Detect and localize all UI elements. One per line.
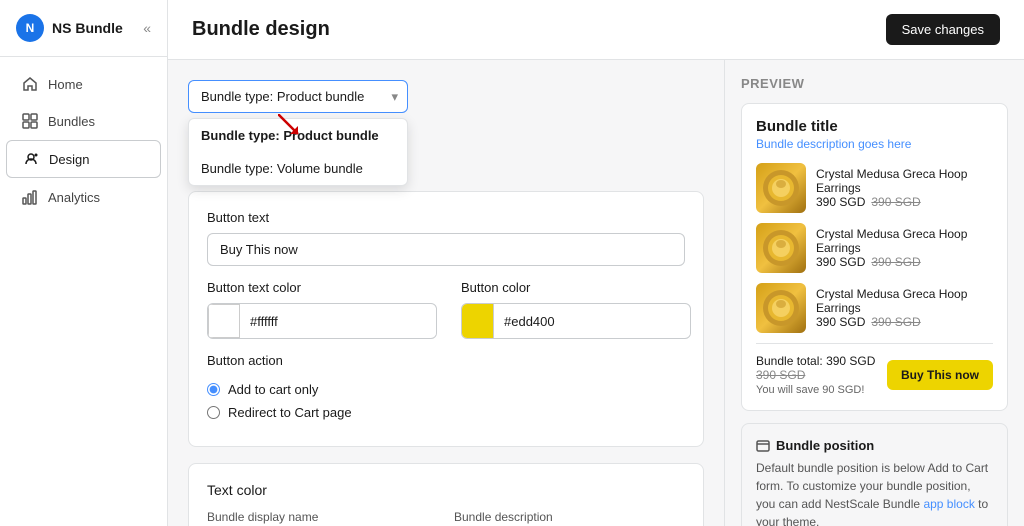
- radio-add-to-cart-label: Add to cart only: [228, 382, 318, 397]
- home-icon: [22, 76, 38, 92]
- sidebar-item-bundles[interactable]: Bundles: [6, 103, 161, 139]
- product-info-1: Crystal Medusa Greca Hoop Earrings 390 S…: [816, 167, 993, 209]
- preview-bundle-card: Bundle title Bundle description goes her…: [741, 103, 1008, 411]
- product-old-price-1: 390 SGD: [871, 195, 920, 209]
- sidebar-collapse-button[interactable]: «: [143, 20, 151, 36]
- sidebar-nav: Home Bundles Design: [0, 57, 167, 526]
- sidebar-item-bundles-label: Bundles: [48, 114, 95, 129]
- preview-bundle-desc: Bundle description goes here: [756, 137, 993, 151]
- button-text-color-label: Button text color: [207, 280, 437, 295]
- radio-redirect-input[interactable]: [207, 406, 220, 419]
- position-icon: [756, 439, 770, 453]
- text-color-grid: Bundle display name Bundle description: [207, 510, 685, 526]
- radio-add-to-cart-input[interactable]: [207, 383, 220, 396]
- preview-product-2: Crystal Medusa Greca Hoop Earrings 390 S…: [756, 223, 993, 273]
- main-header: Bundle design Save changes: [168, 0, 1024, 60]
- product-name-3: Crystal Medusa Greca Hoop Earrings: [816, 287, 993, 315]
- product-info-2: Crystal Medusa Greca Hoop Earrings 390 S…: [816, 227, 993, 269]
- sidebar-item-home-label: Home: [48, 77, 83, 92]
- product-name-2: Crystal Medusa Greca Hoop Earrings: [816, 227, 993, 255]
- preview-product-3: Crystal Medusa Greca Hoop Earrings 390 S…: [756, 283, 993, 333]
- button-text-label: Button text: [207, 210, 685, 225]
- sidebar-item-analytics[interactable]: Analytics: [6, 179, 161, 215]
- logo-text: NS Bundle: [52, 20, 123, 36]
- color-row: Button text color Button color: [207, 280, 685, 339]
- button-color-field: Button color: [461, 280, 691, 339]
- main-body: Bundle type: Product bundle ▾ Bundle typ…: [168, 60, 1024, 526]
- bundle-display-name-field: Bundle display name: [207, 510, 438, 526]
- radio-add-to-cart[interactable]: Add to cart only: [207, 382, 685, 397]
- sidebar-item-analytics-label: Analytics: [48, 190, 100, 205]
- button-text-color-group: [207, 303, 437, 339]
- sidebar: N NS Bundle « Home Bundles: [0, 0, 168, 526]
- bundle-total-text: Bundle total: 390 SGD 390 SGD: [756, 354, 887, 382]
- save-changes-button[interactable]: Save changes: [886, 14, 1000, 45]
- bundles-icon: [22, 113, 38, 129]
- bundle-type-dropdown-container: Bundle type: Product bundle ▾ Bundle typ…: [188, 80, 704, 113]
- dropdown-arrow-pointer: [278, 114, 308, 147]
- product-thumb-2: [756, 223, 806, 273]
- button-color-group: [461, 303, 691, 339]
- sidebar-item-design-label: Design: [49, 152, 89, 167]
- preview-bundle-footer: Bundle total: 390 SGD 390 SGD You will s…: [756, 343, 993, 396]
- bundle-type-dropdown[interactable]: Bundle type: Product bundle: [188, 80, 408, 113]
- button-text-color-swatch[interactable]: [208, 304, 240, 338]
- button-action-label: Button action: [207, 353, 685, 368]
- preview-product-1: Crystal Medusa Greca Hoop Earrings 390 S…: [756, 163, 993, 213]
- preview-buy-button[interactable]: Buy This now: [887, 360, 993, 390]
- design-icon: [23, 151, 39, 167]
- radio-redirect-label: Redirect to Cart page: [228, 405, 352, 420]
- bundle-position-title-text: Bundle position: [776, 438, 874, 453]
- product-name-1: Crystal Medusa Greca Hoop Earrings: [816, 167, 993, 195]
- bundle-save-text: You will save 90 SGD!: [756, 384, 887, 396]
- app-block-link[interactable]: app block: [923, 497, 974, 511]
- bundle-display-label: Bundle display name: [207, 510, 438, 524]
- bundle-desc-label: Bundle description: [454, 510, 685, 524]
- product-old-price-3: 390 SGD: [871, 315, 920, 329]
- dropdown-option-volume-bundle[interactable]: Bundle type: Volume bundle: [189, 152, 407, 185]
- preview-bundle-title: Bundle title: [756, 118, 993, 135]
- preview-panel: Preview Bundle title Bundle description …: [724, 60, 1024, 526]
- button-design-card: Button text Button text color Button col…: [188, 191, 704, 447]
- button-color-label: Button color: [461, 280, 691, 295]
- product-price-2: 390 SGD: [816, 255, 865, 269]
- bundle-position-title: Bundle position: [756, 438, 993, 453]
- main-content: Bundle design Save changes Bundle type: …: [168, 0, 1024, 526]
- product-price-3: 390 SGD: [816, 315, 865, 329]
- analytics-icon: [22, 189, 38, 205]
- sidebar-logo: N NS Bundle «: [0, 0, 167, 57]
- product-old-price-2: 390 SGD: [871, 255, 920, 269]
- sidebar-item-home[interactable]: Home: [6, 66, 161, 102]
- button-color-swatch[interactable]: [462, 304, 494, 338]
- product-info-3: Crystal Medusa Greca Hoop Earrings 390 S…: [816, 287, 993, 329]
- button-text-input[interactable]: [207, 233, 685, 266]
- product-price-1: 390 SGD: [816, 195, 865, 209]
- bundle-total-info: Bundle total: 390 SGD 390 SGD You will s…: [756, 354, 887, 396]
- product-thumb-3: [756, 283, 806, 333]
- bundle-total-value: 390 SGD: [826, 354, 875, 368]
- text-color-section-label: Text color: [207, 482, 685, 498]
- preview-title: Preview: [741, 76, 1008, 91]
- text-color-card: Text color Bundle display name Bundle de…: [188, 463, 704, 526]
- design-panel: Bundle type: Product bundle ▾ Bundle typ…: [168, 60, 724, 526]
- bundle-position-card: Bundle position Default bundle position …: [741, 423, 1008, 526]
- product-thumb-1: [756, 163, 806, 213]
- page-title: Bundle design: [192, 18, 330, 41]
- bundle-total-label: Bundle total:: [756, 354, 823, 368]
- bundle-total-old: 390 SGD: [756, 368, 805, 382]
- bundle-position-description: Default bundle position is below Add to …: [756, 459, 993, 526]
- button-text-color-field: Button text color: [207, 280, 437, 339]
- logo-icon: N: [16, 14, 44, 42]
- button-color-hex[interactable]: [494, 308, 690, 335]
- bundle-desc-field: Bundle description: [454, 510, 685, 526]
- sidebar-item-design[interactable]: Design: [6, 140, 161, 178]
- button-action-radio-group: Add to cart only Redirect to Cart page: [207, 382, 685, 420]
- button-text-color-hex[interactable]: [240, 308, 436, 335]
- radio-redirect[interactable]: Redirect to Cart page: [207, 405, 685, 420]
